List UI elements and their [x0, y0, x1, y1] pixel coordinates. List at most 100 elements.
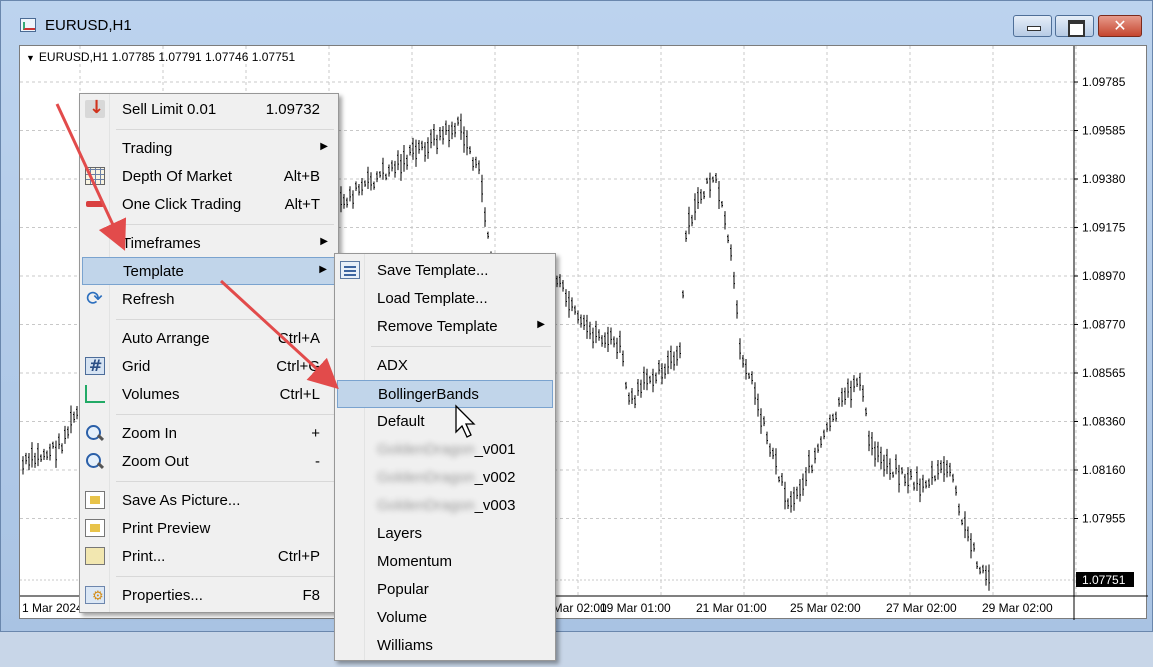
redacted-text: GoldenDragon: [377, 469, 475, 486]
menu-item-properties[interactable]: Properties... F8: [82, 582, 336, 608]
minimize-icon: [1014, 16, 1051, 36]
menu-item-zoom-in[interactable]: Zoom In +: [82, 420, 336, 446]
menu-label: Template: [123, 263, 184, 280]
menu-value: Ctrl+P: [277, 548, 320, 565]
print-icon: [85, 547, 105, 565]
menu-value: Ctrl+G: [276, 358, 320, 375]
menu-label: Auto Arrange: [122, 330, 210, 347]
candle: [361, 178, 363, 196]
menu-label: Volume: [377, 609, 428, 626]
template-submenu: Save Template... Load Template... Remove…: [334, 253, 556, 661]
candle: [340, 186, 342, 213]
candle: [979, 566, 981, 575]
candle: [700, 189, 702, 204]
candle: [613, 336, 615, 348]
menu-item-depth-of-market[interactable]: Depth Of Market Alt+B: [82, 163, 336, 189]
menu-item-save-template[interactable]: Save Template...: [337, 257, 553, 283]
menu-item-print-preview[interactable]: Print Preview: [82, 515, 336, 541]
price-label: 1.08565: [1082, 366, 1126, 380]
candle: [358, 184, 360, 196]
candle: [952, 473, 954, 483]
menu-separator: [116, 414, 334, 415]
candle: [580, 314, 582, 328]
menu-item-save-as-picture[interactable]: Save As Picture...: [82, 487, 336, 513]
menu-item-template-adx[interactable]: ADX: [337, 352, 553, 378]
menu-separator: [116, 576, 334, 577]
menu-item-template[interactable]: Template ▶: [82, 257, 336, 285]
candle: [640, 379, 642, 398]
candle: [865, 407, 867, 417]
menu-label: Print Preview: [122, 520, 211, 537]
candle: [409, 144, 411, 156]
candle: [829, 414, 831, 432]
menu-item-template-v003[interactable]: GoldenDragon_v003: [337, 492, 553, 518]
menu-item-sell-limit[interactable]: Sell Limit 0.01 1.09732: [82, 96, 336, 122]
candle: [25, 452, 27, 465]
candle: [868, 430, 870, 452]
menu-item-template-momentum[interactable]: Momentum: [337, 548, 553, 574]
price-label: 1.08160: [1082, 463, 1126, 477]
candle: [730, 244, 732, 261]
chart-header-text: EURUSD,H1 1.07785 1.07791 1.07746 1.0775…: [38, 50, 296, 64]
candle: [964, 511, 966, 539]
minimize-button[interactable]: [1013, 15, 1052, 37]
candle: [982, 564, 984, 574]
title-bar[interactable]: EURUSD,H1 ✕: [1, 1, 1152, 41]
candle: [925, 480, 927, 489]
candle: [907, 467, 909, 494]
menu-item-template-v001[interactable]: GoldenDragon_v001: [337, 436, 553, 462]
chart-header-toggle-icon[interactable]: ▼: [26, 53, 35, 63]
menu-item-template-v002[interactable]: GoldenDragon_v002: [337, 464, 553, 490]
menu-item-zoom-out[interactable]: Zoom Out -: [82, 448, 336, 474]
menu-label: Remove Template: [377, 318, 498, 335]
menu-item-auto-arrange[interactable]: Auto Arrange Ctrl+A: [82, 325, 336, 351]
menu-item-template-volume[interactable]: Volume: [337, 604, 553, 630]
candle: [988, 564, 990, 591]
menu-item-print[interactable]: Print... Ctrl+P: [82, 543, 336, 569]
candle: [592, 327, 594, 349]
menu-item-one-click-trading[interactable]: One Click Trading Alt+T: [82, 191, 336, 217]
menu-item-volumes[interactable]: Volumes Ctrl+L: [82, 381, 336, 407]
close-button[interactable]: ✕: [1098, 15, 1142, 37]
candle: [634, 395, 636, 409]
candle: [469, 146, 471, 155]
candle: [637, 378, 639, 396]
candle: [934, 475, 936, 482]
menu-item-template-popular[interactable]: Popular: [337, 576, 553, 602]
candle: [823, 429, 825, 440]
menu-item-template-layers[interactable]: Layers: [337, 520, 553, 546]
maximize-button[interactable]: [1055, 15, 1094, 37]
candle: [604, 332, 606, 348]
menu-item-load-template[interactable]: Load Template...: [337, 285, 553, 311]
candle: [733, 271, 735, 289]
menu-item-timeframes[interactable]: Timeframes ▶: [82, 230, 336, 256]
candle: [877, 441, 879, 463]
zoom-in-icon: [85, 424, 105, 442]
candle: [679, 342, 681, 359]
menu-label: Popular: [377, 581, 429, 598]
candle: [598, 329, 600, 341]
candle: [694, 193, 696, 221]
candle: [817, 443, 819, 453]
candle: [670, 345, 672, 370]
menu-item-template-bollingerbands[interactable]: BollingerBands: [337, 380, 553, 408]
candle: [40, 454, 42, 463]
menu-item-remove-template[interactable]: Remove Template ▶: [337, 313, 553, 339]
menu-item-grid[interactable]: Grid Ctrl+G: [82, 353, 336, 379]
menu-item-trading[interactable]: Trading ▶: [82, 135, 336, 161]
candle: [442, 126, 444, 145]
candle: [895, 454, 897, 475]
menu-item-template-williams[interactable]: Williams: [337, 632, 553, 658]
menu-item-template-default[interactable]: Default: [337, 408, 553, 434]
menu-label: Save Template...: [377, 262, 489, 279]
candle: [883, 454, 885, 477]
candle: [832, 413, 834, 422]
chart-header: ▼ EURUSD,H1 1.07785 1.07791 1.07746 1.077…: [26, 50, 295, 64]
time-label: 29 Mar 02:00: [982, 601, 1053, 615]
candle: [754, 382, 756, 405]
save-template-icon: [340, 261, 360, 279]
candle: [34, 452, 36, 468]
menu-item-refresh[interactable]: Refresh: [82, 286, 336, 312]
candle: [715, 172, 717, 184]
menu-label: Properties...: [122, 587, 203, 604]
